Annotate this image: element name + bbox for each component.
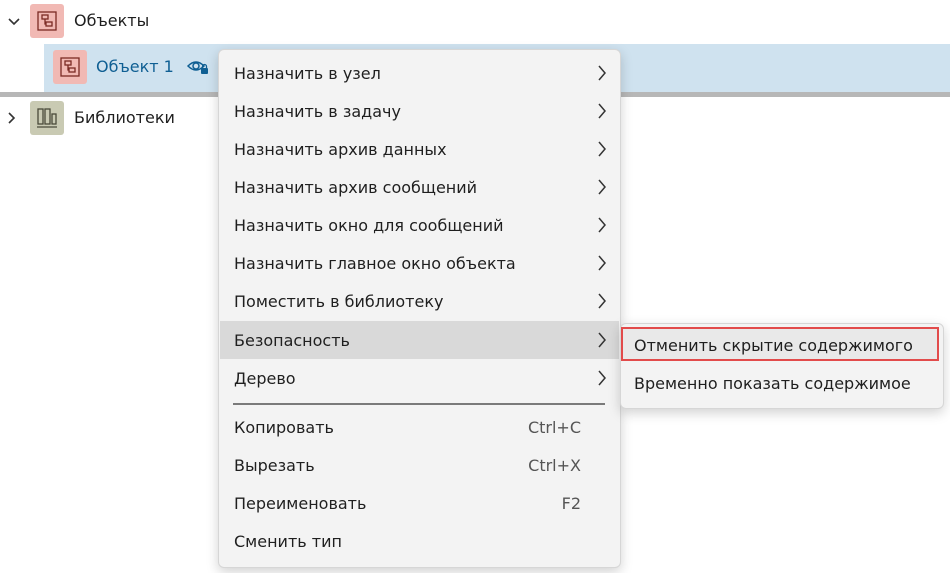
menu-item-label: Назначить в задачу bbox=[234, 101, 401, 121]
menu-item-label: Назначить в узел bbox=[234, 63, 381, 83]
submenu-item-label: Отменить скрытие содержимого bbox=[634, 335, 913, 355]
chevron-right-icon bbox=[598, 179, 606, 195]
chevron-right-icon bbox=[598, 255, 606, 271]
menu-item-label: Поместить в библиотеку bbox=[234, 291, 444, 311]
object-tree-icon bbox=[30, 4, 64, 38]
menu-item-label: Переименовать bbox=[234, 493, 367, 513]
menu-item-assign-data-archive[interactable]: Назначить архив данных bbox=[220, 130, 619, 168]
menu-item-put-to-library[interactable]: Поместить в библиотеку bbox=[220, 282, 619, 320]
menu-item-label: Назначить архив данных bbox=[234, 139, 447, 159]
submenu-item-temp-show-content[interactable]: Временно показать содержимое bbox=[621, 364, 941, 402]
menu-item-assign-message-window[interactable]: Назначить окно для сообщений bbox=[220, 206, 619, 244]
menu-item-rename[interactable]: Переименовать F2 bbox=[220, 484, 619, 522]
menu-item-copy[interactable]: Копировать Ctrl+C bbox=[220, 408, 619, 446]
menu-item-label: Назначить главное окно объекта bbox=[234, 253, 516, 273]
menu-item-label: Назначить окно для сообщений bbox=[234, 215, 504, 235]
library-icon bbox=[30, 101, 64, 135]
menu-item-tree[interactable]: Дерево bbox=[220, 359, 619, 397]
shortcut-label: F2 bbox=[561, 493, 581, 513]
tree-item-libraries[interactable]: Библиотеки bbox=[74, 108, 175, 127]
shortcut-label: Ctrl+X bbox=[528, 455, 581, 475]
menu-item-label: Назначить архив сообщений bbox=[234, 177, 478, 197]
context-menu: Назначить в узел Назначить в задачу Назн… bbox=[218, 49, 621, 568]
chevron-right-icon bbox=[598, 141, 606, 157]
menu-item-change-type[interactable]: Сменить тип bbox=[220, 522, 619, 560]
object-tree-icon bbox=[53, 50, 87, 84]
menu-item-label: Безопасность bbox=[234, 330, 350, 350]
hidden-eye-icon bbox=[186, 61, 208, 74]
tree-item-object1[interactable]: Объект 1 bbox=[96, 57, 174, 76]
tree-item-objects[interactable]: Объекты bbox=[74, 11, 149, 30]
menu-item-assign-main-window[interactable]: Назначить главное окно объекта bbox=[220, 244, 619, 282]
menu-item-assign-message-archive[interactable]: Назначить архив сообщений bbox=[220, 168, 619, 206]
menu-item-cut[interactable]: Вырезать Ctrl+X bbox=[220, 446, 619, 484]
chevron-right-icon bbox=[598, 65, 606, 81]
menu-separator bbox=[233, 403, 605, 405]
chevron-down-icon[interactable] bbox=[8, 16, 20, 28]
chevron-right-icon[interactable] bbox=[6, 112, 18, 124]
shortcut-label: Ctrl+C bbox=[527, 417, 581, 437]
chevron-right-icon bbox=[598, 217, 606, 233]
submenu-item-unhide-label-row: Отменить скрытие содержимого bbox=[621, 326, 941, 364]
submenu-item-label: Временно показать содержимое bbox=[634, 373, 911, 393]
menu-item-label: Дерево bbox=[234, 368, 296, 388]
chevron-right-icon bbox=[598, 103, 606, 119]
menu-item-assign-node[interactable]: Назначить в узел bbox=[220, 54, 619, 92]
chevron-right-icon bbox=[598, 332, 606, 348]
menu-item-label: Сменить тип bbox=[234, 531, 342, 551]
chevron-right-icon bbox=[598, 293, 606, 309]
chevron-right-icon bbox=[598, 370, 606, 386]
menu-item-label: Вырезать bbox=[234, 455, 315, 475]
menu-item-assign-task[interactable]: Назначить в задачу bbox=[220, 92, 619, 130]
menu-item-security[interactable]: Безопасность bbox=[220, 321, 619, 359]
menu-item-label: Копировать bbox=[234, 417, 334, 437]
